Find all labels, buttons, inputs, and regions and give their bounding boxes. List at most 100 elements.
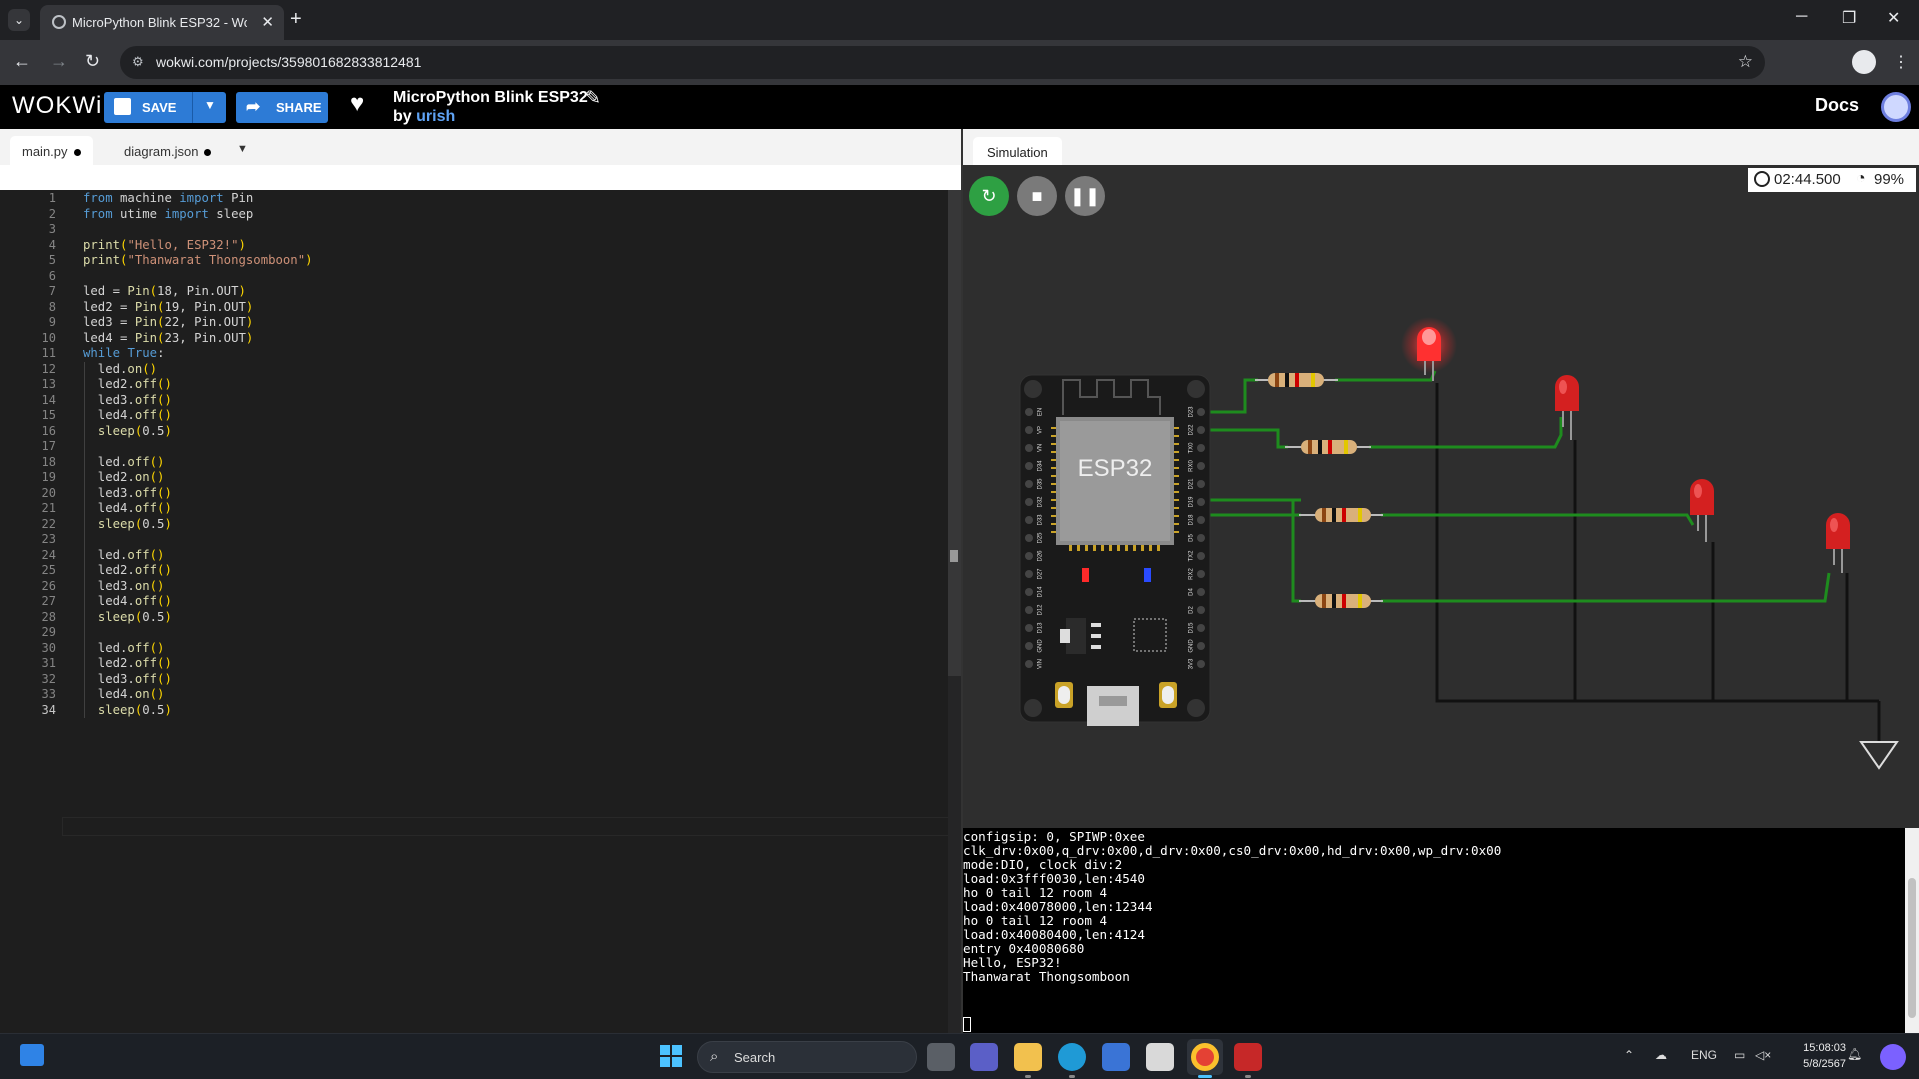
code-line[interactable]: led4 = Pin(23, Pin.OUT) (83, 331, 253, 345)
restore-button[interactable]: ❐ (1842, 8, 1856, 28)
like-heart-icon[interactable]: ♥ (350, 90, 364, 118)
chrome-icon[interactable] (1191, 1043, 1219, 1071)
code-line[interactable]: led4.off() (83, 501, 172, 515)
reload-button[interactable]: ↻ (85, 51, 100, 72)
serial-monitor[interactable]: configsip: 0, SPIWP:0xee clk_drv:0x00,q_d… (963, 828, 1905, 1033)
resistor-4[interactable] (1299, 594, 1383, 608)
url-text[interactable]: wokwi.com/projects/359801682833812481 (156, 54, 421, 70)
resistor-2[interactable] (1285, 440, 1371, 454)
circuit-diagram[interactable]: ESP32 EN VP VN D34 D35 D32 D33 D25 D26 D27 D14 D12 D… (963, 165, 1919, 828)
file-explorer-icon[interactable] (1014, 1043, 1042, 1071)
window-close-button[interactable]: ✕ (1887, 8, 1900, 28)
roblox-icon[interactable] (1146, 1043, 1174, 1071)
code-line[interactable]: led3 = Pin(22, Pin.OUT) (83, 315, 253, 329)
onboard-blue-led (1144, 568, 1151, 582)
code-line[interactable]: led.off() (83, 641, 165, 655)
browser-tab-active[interactable]: MicroPython Blink ESP32 - Wokwi ESP32, S… (40, 5, 284, 40)
led-4[interactable] (1826, 513, 1850, 573)
task-view-icon[interactable] (927, 1043, 955, 1071)
omnibox[interactable]: ⚙ wokwi.com/projects/359801682833812481 … (120, 46, 1765, 79)
code-line[interactable]: led4.off() (83, 594, 172, 608)
tab-search-button[interactable]: ⌄ (8, 9, 30, 31)
docs-link[interactable]: Docs (1815, 95, 1859, 116)
wokwi-logo[interactable]: WOKWi (12, 92, 102, 120)
forward-button[interactable]: → (50, 51, 68, 72)
code-line[interactable]: from utime import sleep (83, 207, 253, 221)
code-line[interactable]: led.on() (83, 362, 157, 376)
code-line[interactable]: led4.off() (83, 408, 172, 422)
code-line[interactable]: led2.off() (83, 563, 172, 577)
bookmark-star-icon[interactable]: ☆ (1738, 52, 1753, 72)
code-line[interactable]: sleep(0.5) (83, 517, 172, 531)
code-line[interactable]: while True: (83, 346, 164, 360)
code-line[interactable]: led2 = Pin(19, Pin.OUT) (83, 300, 253, 314)
close-tab-icon[interactable]: ✕ (261, 13, 274, 31)
taskbar-time[interactable]: 15:08:03 (1792, 1042, 1846, 1054)
tray-overflow-chevron-icon[interactable]: ⌃ (1624, 1048, 1634, 1062)
taskbar-search[interactable]: ⌕ Search (697, 1041, 917, 1073)
tab-diagram-json[interactable]: diagram.json (112, 136, 223, 165)
save-options-chevron-icon[interactable]: ▼ (204, 98, 216, 112)
line-number: 27 (41, 594, 56, 608)
snipping-tool-icon[interactable] (1234, 1043, 1262, 1071)
share-button[interactable]: ➦ SHARE (236, 92, 328, 123)
editor-scrollbar[interactable] (948, 190, 961, 1033)
code-token: led3. (83, 485, 135, 500)
browser-menu-icon[interactable]: ⋮ (1893, 52, 1909, 72)
tab-simulation[interactable]: Simulation (973, 137, 1062, 165)
code-line[interactable]: led2.on() (83, 470, 165, 484)
code-line[interactable]: sleep(0.5) (83, 610, 172, 624)
code-line[interactable]: print("Thanwarat Thongsomboon") (83, 253, 313, 267)
user-avatar[interactable] (1881, 92, 1911, 122)
save-button[interactable]: SAVE ▼ (104, 92, 226, 123)
editor-scroll-thumb[interactable] (948, 190, 961, 676)
tab-main-py[interactable]: main.py (10, 136, 93, 165)
language-indicator[interactable]: ENG (1691, 1048, 1717, 1062)
serial-scroll-thumb[interactable] (1908, 878, 1916, 1018)
edit-title-pencil-icon[interactable]: ✎ (585, 87, 601, 110)
code-line[interactable]: led = Pin(18, Pin.OUT) (83, 284, 246, 298)
code-line[interactable]: print("Hello, ESP32!") (83, 238, 246, 252)
code-line[interactable]: from machine import Pin (83, 191, 253, 205)
minimize-button[interactable]: ─ (1796, 8, 1807, 26)
code-line[interactable]: led.off() (83, 548, 165, 562)
splitter-handle[interactable] (950, 550, 958, 562)
more-files-chevron-icon[interactable]: ▼ (237, 143, 248, 155)
teams-icon[interactable] (970, 1043, 998, 1071)
code-line[interactable]: sleep(0.5) (83, 424, 172, 438)
copilot-icon[interactable] (1880, 1044, 1906, 1070)
volume-muted-icon[interactable]: ◁× (1755, 1048, 1771, 1062)
network-icon[interactable]: ▭ (1734, 1048, 1745, 1062)
back-button[interactable]: ← (13, 51, 31, 72)
code-line[interactable]: led3.on() (83, 579, 165, 593)
serial-input-caret[interactable] (963, 1017, 971, 1032)
resistor-1[interactable] (1255, 373, 1338, 387)
onedrive-cloud-icon[interactable]: ☁ (1655, 1048, 1667, 1062)
start-windows-icon[interactable] (660, 1045, 682, 1067)
code-line[interactable]: led3.off() (83, 486, 172, 500)
microsoft-store-icon[interactable] (1102, 1043, 1130, 1071)
code-line[interactable]: led4.on() (83, 687, 165, 701)
code-line[interactable]: led.off() (83, 455, 165, 469)
led-2[interactable] (1555, 375, 1579, 440)
edge-browser-icon[interactable] (1058, 1043, 1086, 1071)
notification-bell-icon[interactable]: 🔔︎ (1847, 1047, 1862, 1061)
site-info-icon[interactable]: ⚙ (132, 54, 144, 70)
esp32-board[interactable]: ESP32 EN VP VN D34 D35 D32 D33 D25 D26 D27 D14 D12 D… (1019, 374, 1211, 726)
led-3[interactable] (1690, 479, 1714, 542)
widgets-icon[interactable] (20, 1044, 44, 1066)
code-line[interactable]: led2.off() (83, 377, 172, 391)
taskbar-date[interactable]: 5/8/2567 (1784, 1058, 1846, 1070)
code-line[interactable]: led3.off() (83, 393, 172, 407)
serial-scrollbar[interactable] (1905, 828, 1919, 1033)
project-title[interactable]: MicroPython Blink ESP32 (393, 89, 588, 107)
led-1[interactable] (1401, 317, 1457, 381)
profile-icon[interactable] (1852, 50, 1876, 74)
resistor-3[interactable] (1299, 508, 1383, 522)
new-tab-button[interactable]: + (290, 8, 302, 31)
code-line[interactable]: led2.off() (83, 656, 172, 670)
code-line[interactable]: sleep(0.5) (83, 703, 172, 717)
code-editor[interactable]: 1 2 3 4 5 6 7 8 9 10 11 12 13 14 15 16 17 18 19 20 21 22 23 24 2… (0, 190, 961, 1033)
code-line[interactable]: led3.off() (83, 672, 172, 686)
author-link[interactable]: urish (416, 108, 455, 125)
